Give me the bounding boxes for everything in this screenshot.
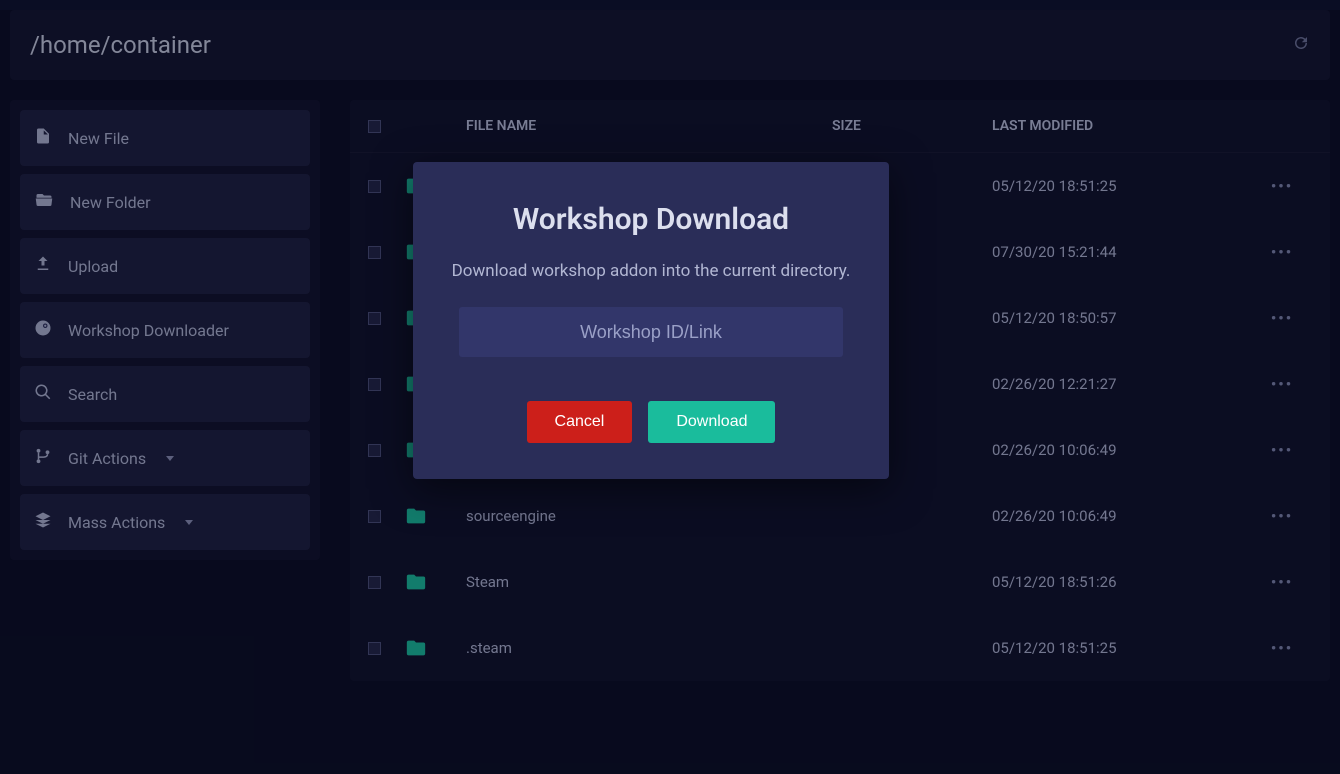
modal-description: Download workshop addon into the current… bbox=[443, 261, 859, 281]
workshop-download-modal: Workshop Download Download workshop addo… bbox=[413, 162, 889, 479]
modal-title: Workshop Download bbox=[443, 202, 859, 237]
download-button[interactable]: Download bbox=[648, 401, 775, 443]
cancel-button[interactable]: Cancel bbox=[527, 401, 633, 443]
workshop-id-input[interactable] bbox=[459, 307, 843, 357]
